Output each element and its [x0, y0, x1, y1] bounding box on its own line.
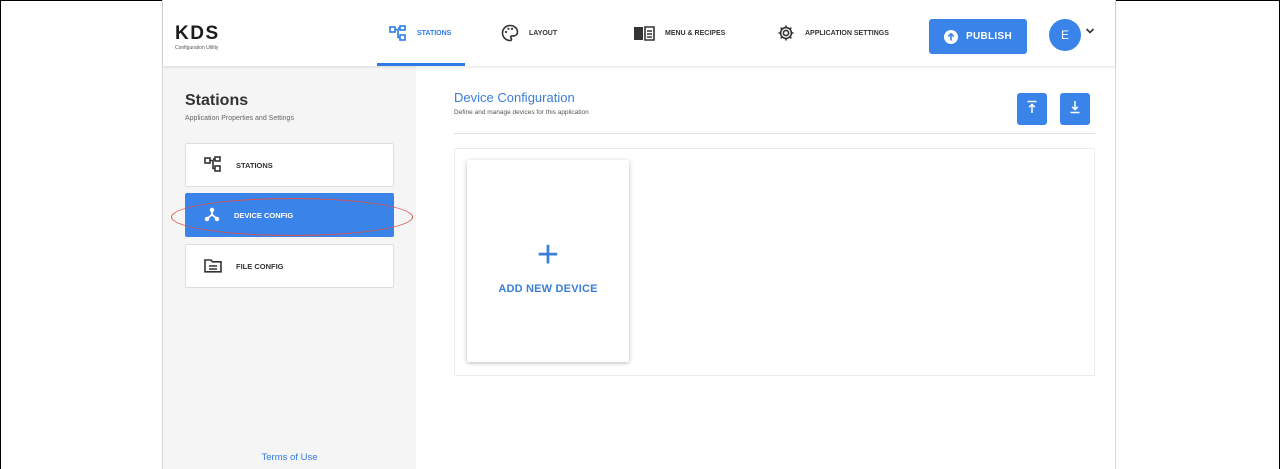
publish-button[interactable]: PUBLISH	[929, 19, 1027, 54]
page-subtitle: Define and manage devices for this appli…	[454, 109, 589, 116]
sidebar-item-file-config[interactable]: FILE CONFIG	[185, 244, 394, 288]
upload-button[interactable]	[1017, 93, 1047, 125]
stations-icon	[389, 25, 407, 41]
top-header: KDS Configuration Utility STATIONS LAYOU…	[163, 0, 1115, 66]
sidebar-item-label: FILE CONFIG	[236, 261, 284, 271]
tab-layout[interactable]: LAYOUT	[501, 0, 557, 66]
publish-label: PUBLISH	[966, 31, 1012, 42]
book-icon	[633, 25, 655, 41]
header-divider	[454, 133, 1095, 134]
logo-subtitle: Configuration Utility	[175, 45, 219, 51]
download-icon	[1069, 100, 1081, 119]
sidebar-item-label: DEVICE CONFIG	[234, 210, 294, 220]
logo-title: KDS	[175, 23, 220, 44]
upload-icon	[1026, 100, 1038, 119]
logo[interactable]: KDS Configuration Utility	[175, 24, 220, 52]
sidebar-item-device-config[interactable]: DEVICE CONFIG	[185, 193, 394, 237]
tab-stations-label: STATIONS	[417, 29, 452, 37]
terms-of-use-link[interactable]: Terms of Use	[163, 452, 416, 463]
palette-icon	[501, 24, 519, 42]
device-config-icon	[204, 206, 220, 224]
tab-stations[interactable]: STATIONS	[377, 0, 465, 66]
tab-menu-recipes[interactable]: MENU & RECIPES	[633, 0, 725, 66]
tab-application-settings-label: APPLICATION SETTINGS	[805, 29, 889, 37]
chevron-down-icon[interactable]	[1085, 22, 1095, 40]
sidebar-subtitle: Application Properties and Settings	[185, 115, 294, 122]
sidebar-item-stations[interactable]: STATIONS	[185, 143, 394, 187]
file-config-icon	[204, 258, 222, 275]
gear-icon	[777, 24, 795, 42]
tab-application-settings[interactable]: APPLICATION SETTINGS	[777, 0, 889, 66]
sidebar: Stations Application Properties and Sett…	[163, 66, 416, 469]
sidebar-item-label: STATIONS	[236, 160, 273, 170]
tab-layout-label: LAYOUT	[529, 29, 558, 37]
stations-icon	[204, 156, 222, 174]
upload-arrow-icon	[944, 29, 958, 44]
download-button[interactable]	[1060, 93, 1090, 125]
tab-menu-recipes-label: MENU & RECIPES	[665, 29, 726, 37]
add-new-device-label: ADD NEW DEVICE	[498, 283, 598, 295]
plus-icon: +	[536, 234, 560, 276]
add-new-device-card[interactable]: + ADD NEW DEVICE	[467, 160, 629, 362]
app-window: KDS Configuration Utility STATIONS LAYOU…	[162, 0, 1116, 469]
sidebar-title: Stations	[185, 92, 249, 109]
avatar[interactable]: E	[1049, 19, 1081, 51]
page-title: Device Configuration	[454, 90, 575, 105]
